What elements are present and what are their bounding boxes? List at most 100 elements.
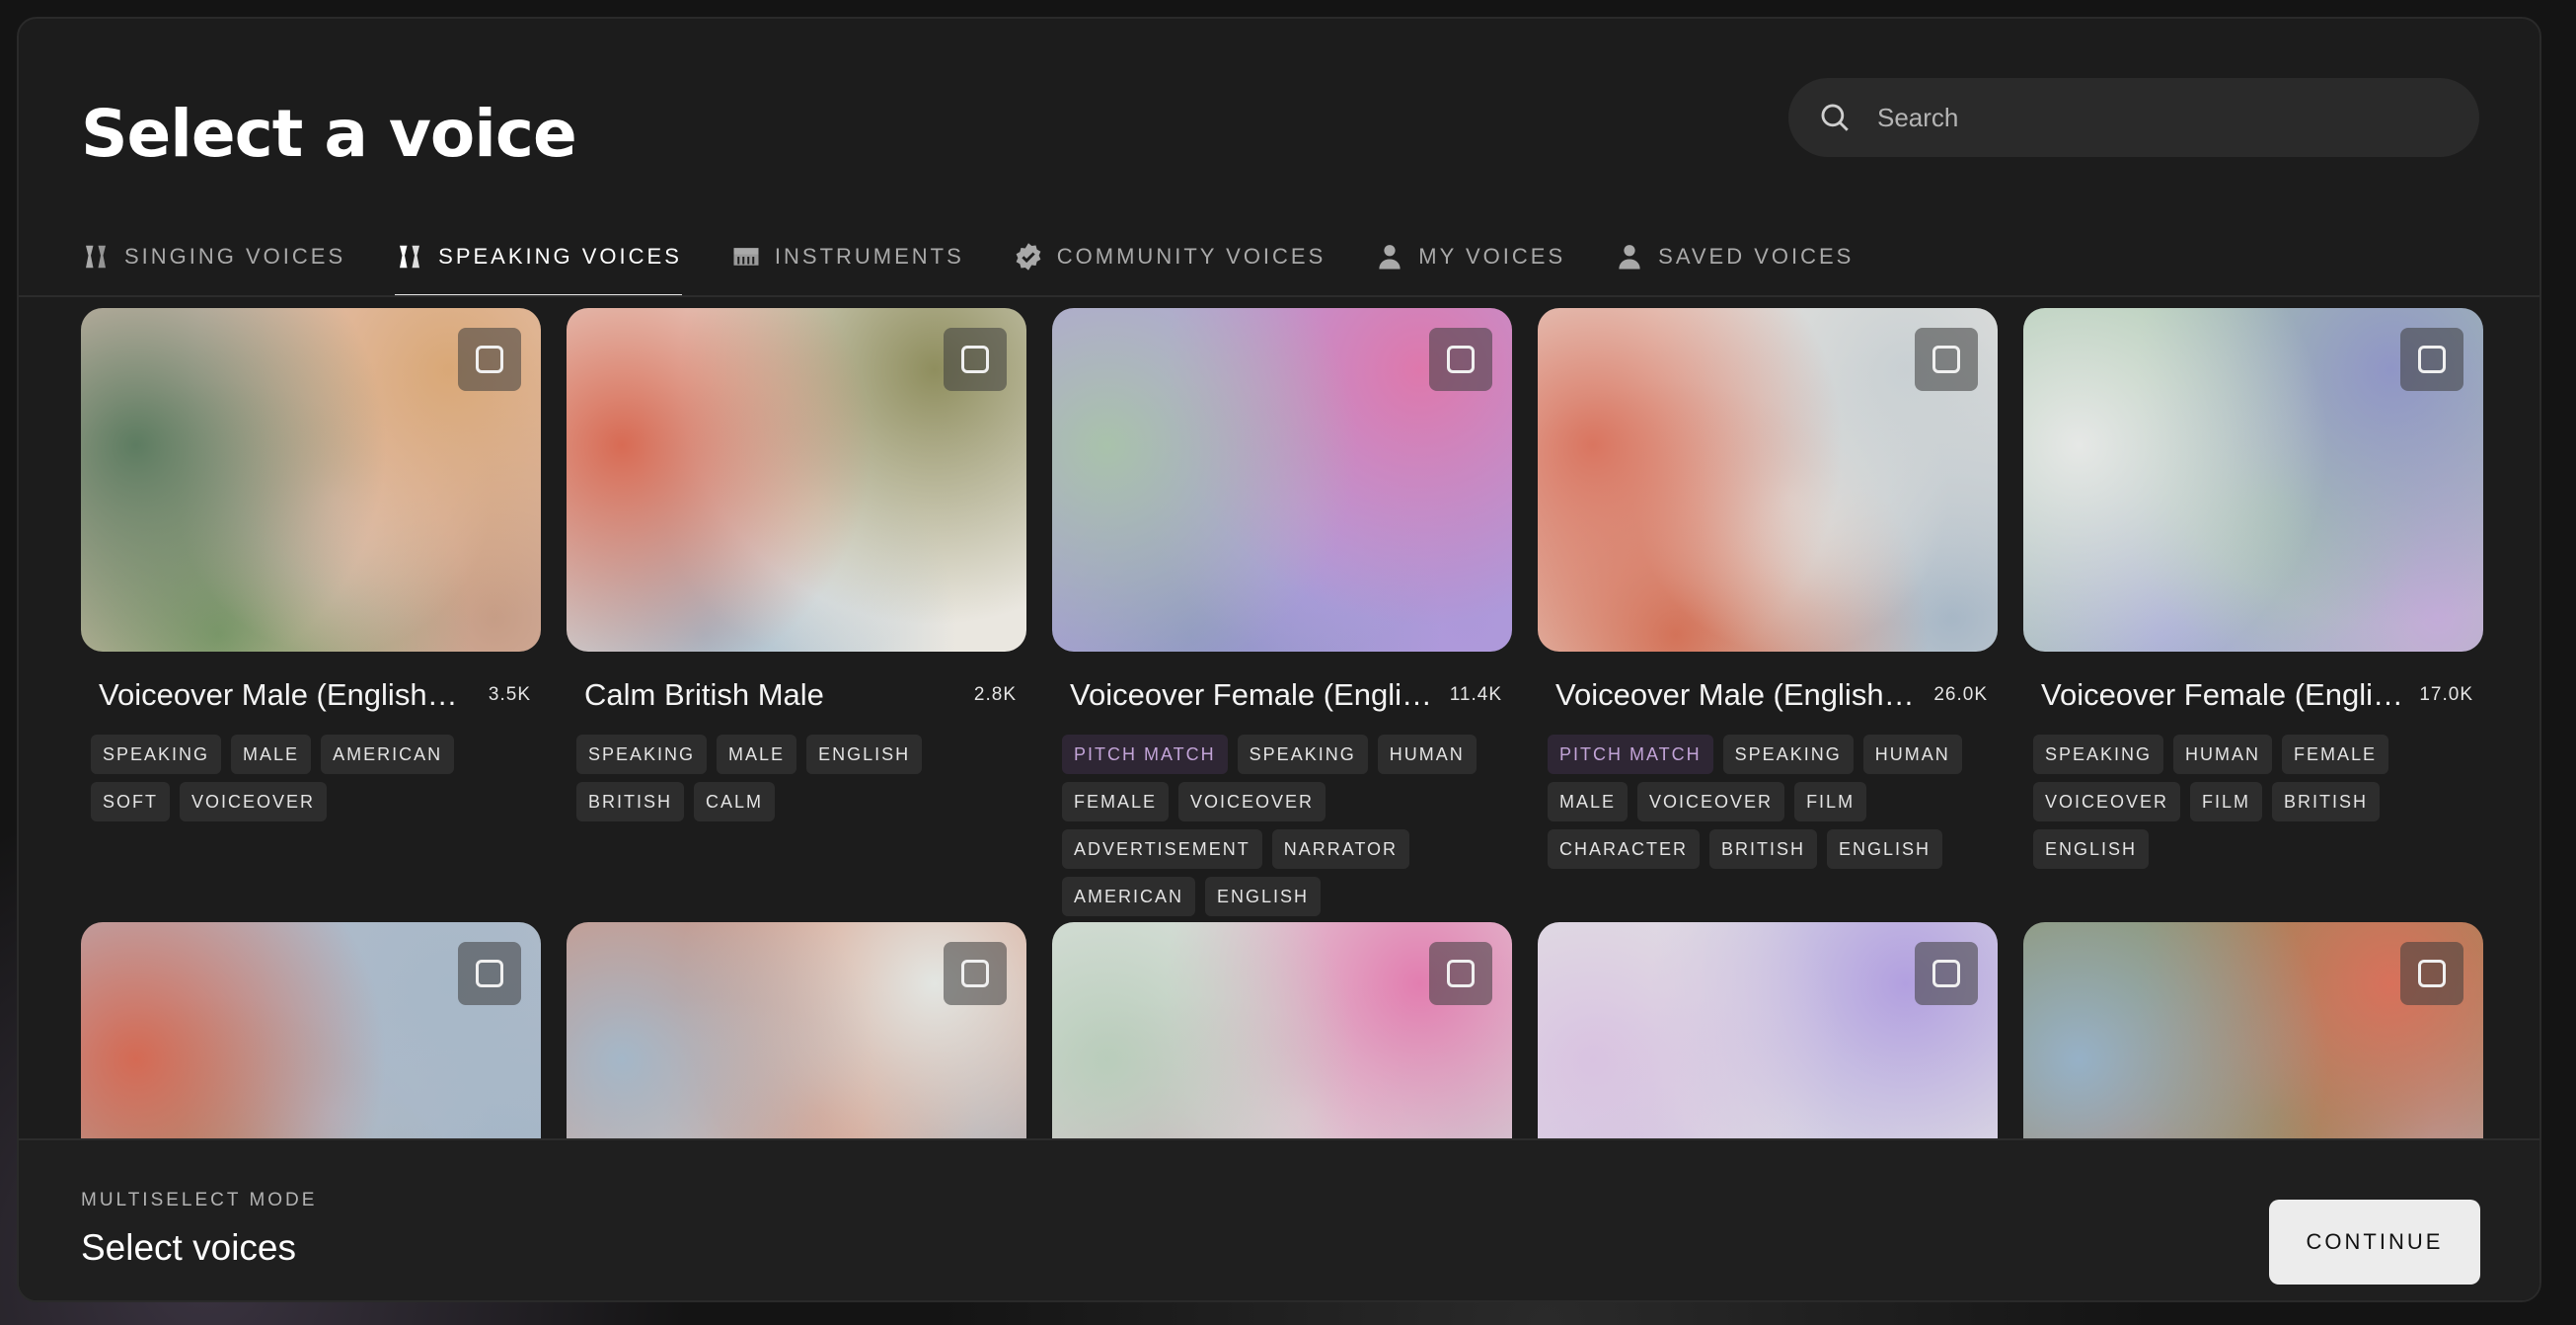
tab-label: MY VOICES	[1418, 244, 1566, 269]
tag: SPEAKING	[1237, 735, 1368, 774]
tab-label: INSTRUMENTS	[774, 244, 964, 269]
voice-mark-icon	[81, 242, 111, 272]
checkbox-square-icon	[476, 346, 503, 373]
tag: FILM	[1794, 782, 1867, 821]
voice-title[interactable]: Voiceover Female (Englis...	[1070, 677, 1435, 713]
tag: BRITISH	[576, 782, 685, 821]
checkbox-square-icon	[1932, 960, 1960, 987]
select-checkbox[interactable]	[458, 328, 521, 391]
piano-icon	[731, 242, 761, 272]
continue-button[interactable]: CONTINUE	[2269, 1200, 2480, 1285]
voice-thumbnail[interactable]	[2023, 308, 2483, 652]
select-checkbox[interactable]	[1915, 328, 1978, 391]
select-checkbox[interactable]	[944, 942, 1007, 1005]
voice-thumbnail[interactable]	[567, 308, 1026, 652]
tag: MALE	[231, 735, 312, 774]
usage-count: 17.0K	[2419, 684, 2473, 705]
checkbox-square-icon	[961, 346, 989, 373]
tag: HUMAN	[1862, 735, 1962, 774]
pitch-match-badge: PITCH MATCH	[1062, 735, 1228, 774]
tag: SPEAKING	[576, 735, 708, 774]
voice-thumbnail[interactable]	[81, 308, 541, 652]
tab-label: SPEAKING VOICES	[438, 244, 682, 269]
tag: BRITISH	[2272, 782, 2381, 821]
tag: HUMAN	[1377, 735, 1477, 774]
tab-community-voices[interactable]: COMMUNITY VOICES	[1014, 220, 1326, 293]
person-icon	[1615, 242, 1644, 272]
search-input[interactable]: Search	[1877, 103, 1958, 133]
select-checkbox[interactable]	[1429, 942, 1492, 1005]
tag: CHARACTER	[1548, 829, 1701, 869]
tab-my-voices[interactable]: MY VOICES	[1375, 220, 1565, 293]
footer-bar: MULTISELECT MODE Select voices CONTINUE	[19, 1138, 2539, 1300]
tag: VOICEOVER	[180, 782, 328, 821]
checkbox-square-icon	[961, 960, 989, 987]
select-checkbox[interactable]	[944, 328, 1007, 391]
tag: ADVERTISEMENT	[1062, 829, 1262, 869]
select-checkbox[interactable]	[1429, 328, 1492, 391]
select-checkbox[interactable]	[1915, 942, 1978, 1005]
voice-title[interactable]: Voiceover Male (English, ...	[99, 677, 464, 713]
verified-badge-icon	[1014, 242, 1043, 272]
voice-select-modal: Select a voice Search SINGING VOICES SPEA…	[17, 17, 2541, 1302]
tag-list: SPEAKING HUMAN FEMALE VOICEOVER FILM BRITISH E…	[2023, 735, 2483, 869]
voice-title[interactable]: Calm British Male	[584, 677, 824, 713]
tag-list: PITCH MATCH SPEAKING HUMAN MALE VOICEOVER FIL…	[1538, 735, 1998, 869]
person-icon	[1375, 242, 1404, 272]
tab-label: SAVED VOICES	[1658, 244, 1855, 269]
tag: CALM	[694, 782, 776, 821]
select-checkbox[interactable]	[458, 942, 521, 1005]
checkbox-square-icon	[1447, 960, 1475, 987]
usage-count: 2.8K	[973, 684, 1017, 705]
tag: SPEAKING	[1722, 735, 1854, 774]
voice-card[interactable]: Voiceover Male (English, ... 3.5K SPEAKING…	[81, 308, 541, 821]
checkbox-square-icon	[1447, 346, 1475, 373]
voice-title[interactable]: Voiceover Female (English...	[2041, 677, 2406, 713]
tag-list: SPEAKING MALE ENGLISH BRITISH CALM	[567, 735, 1026, 821]
tabs-divider	[19, 295, 2539, 297]
tab-instruments[interactable]: INSTRUMENTS	[731, 220, 964, 293]
page-title: Select a voice	[81, 96, 577, 172]
voice-card-header: Voiceover Female (Englis... 11.4K	[1052, 677, 1512, 713]
voice-card[interactable]: Voiceover Male (English (... 26.0K PITCH M…	[1538, 308, 1998, 869]
voice-title[interactable]: Voiceover Male (English (...	[1555, 677, 1921, 713]
tag: HUMAN	[2173, 735, 2273, 774]
tag: SPEAKING	[91, 735, 222, 774]
search-icon	[1821, 104, 1849, 131]
select-checkbox[interactable]	[2400, 328, 2463, 391]
select-checkbox[interactable]	[2400, 942, 2463, 1005]
checkbox-square-icon	[2418, 346, 2446, 373]
tag: VOICEOVER	[1178, 782, 1326, 821]
voice-thumbnail[interactable]	[1052, 308, 1512, 652]
tab-label: COMMUNITY VOICES	[1056, 244, 1326, 269]
voice-card[interactable]: Voiceover Female (English... 17.0K SPEAKIN…	[2023, 308, 2483, 869]
tab-singing-voices[interactable]: SINGING VOICES	[81, 220, 345, 293]
usage-count: 11.4K	[1449, 684, 1502, 705]
tab-speaking-voices[interactable]: SPEAKING VOICES	[395, 220, 682, 297]
voice-thumbnail[interactable]	[1538, 308, 1998, 652]
checkbox-square-icon	[1932, 346, 1960, 373]
tag-list: PITCH MATCH SPEAKING HUMAN FEMALE VOICEOVER A…	[1052, 735, 1512, 916]
tab-saved-voices[interactable]: SAVED VOICES	[1615, 220, 1854, 293]
tag: VOICEOVER	[1637, 782, 1785, 821]
tag: VOICEOVER	[2033, 782, 2181, 821]
tag: NARRATOR	[1271, 829, 1410, 869]
tag: ENGLISH	[806, 735, 923, 774]
pitch-match-badge: PITCH MATCH	[1548, 735, 1713, 774]
tag: ENGLISH	[2033, 829, 2150, 869]
checkbox-square-icon	[476, 960, 503, 987]
search-bar[interactable]: Search	[1788, 78, 2479, 157]
tag: AMERICAN	[321, 735, 455, 774]
voice-card-header: Voiceover Male (English (... 26.0K	[1538, 677, 1998, 713]
voice-mark-icon	[395, 242, 424, 272]
voice-card-header: Calm British Male 2.8K	[567, 677, 1026, 713]
voice-card[interactable]: Calm British Male 2.8K SPEAKING MALE ENGLISH…	[567, 308, 1026, 821]
voice-card[interactable]: Voiceover Female (Englis... 11.4K PITCH MA…	[1052, 308, 1512, 916]
tag: ENGLISH	[1205, 877, 1322, 916]
tag: MALE	[1548, 782, 1629, 821]
tag-list: SPEAKING MALE AMERICAN SOFT VOICEOVER	[81, 735, 541, 821]
usage-count: 3.5K	[488, 684, 531, 705]
voice-card-header: Voiceover Female (English... 17.0K	[2023, 677, 2483, 713]
voice-card-header: Voiceover Male (English, ... 3.5K	[81, 677, 541, 713]
tag: AMERICAN	[1062, 877, 1196, 916]
